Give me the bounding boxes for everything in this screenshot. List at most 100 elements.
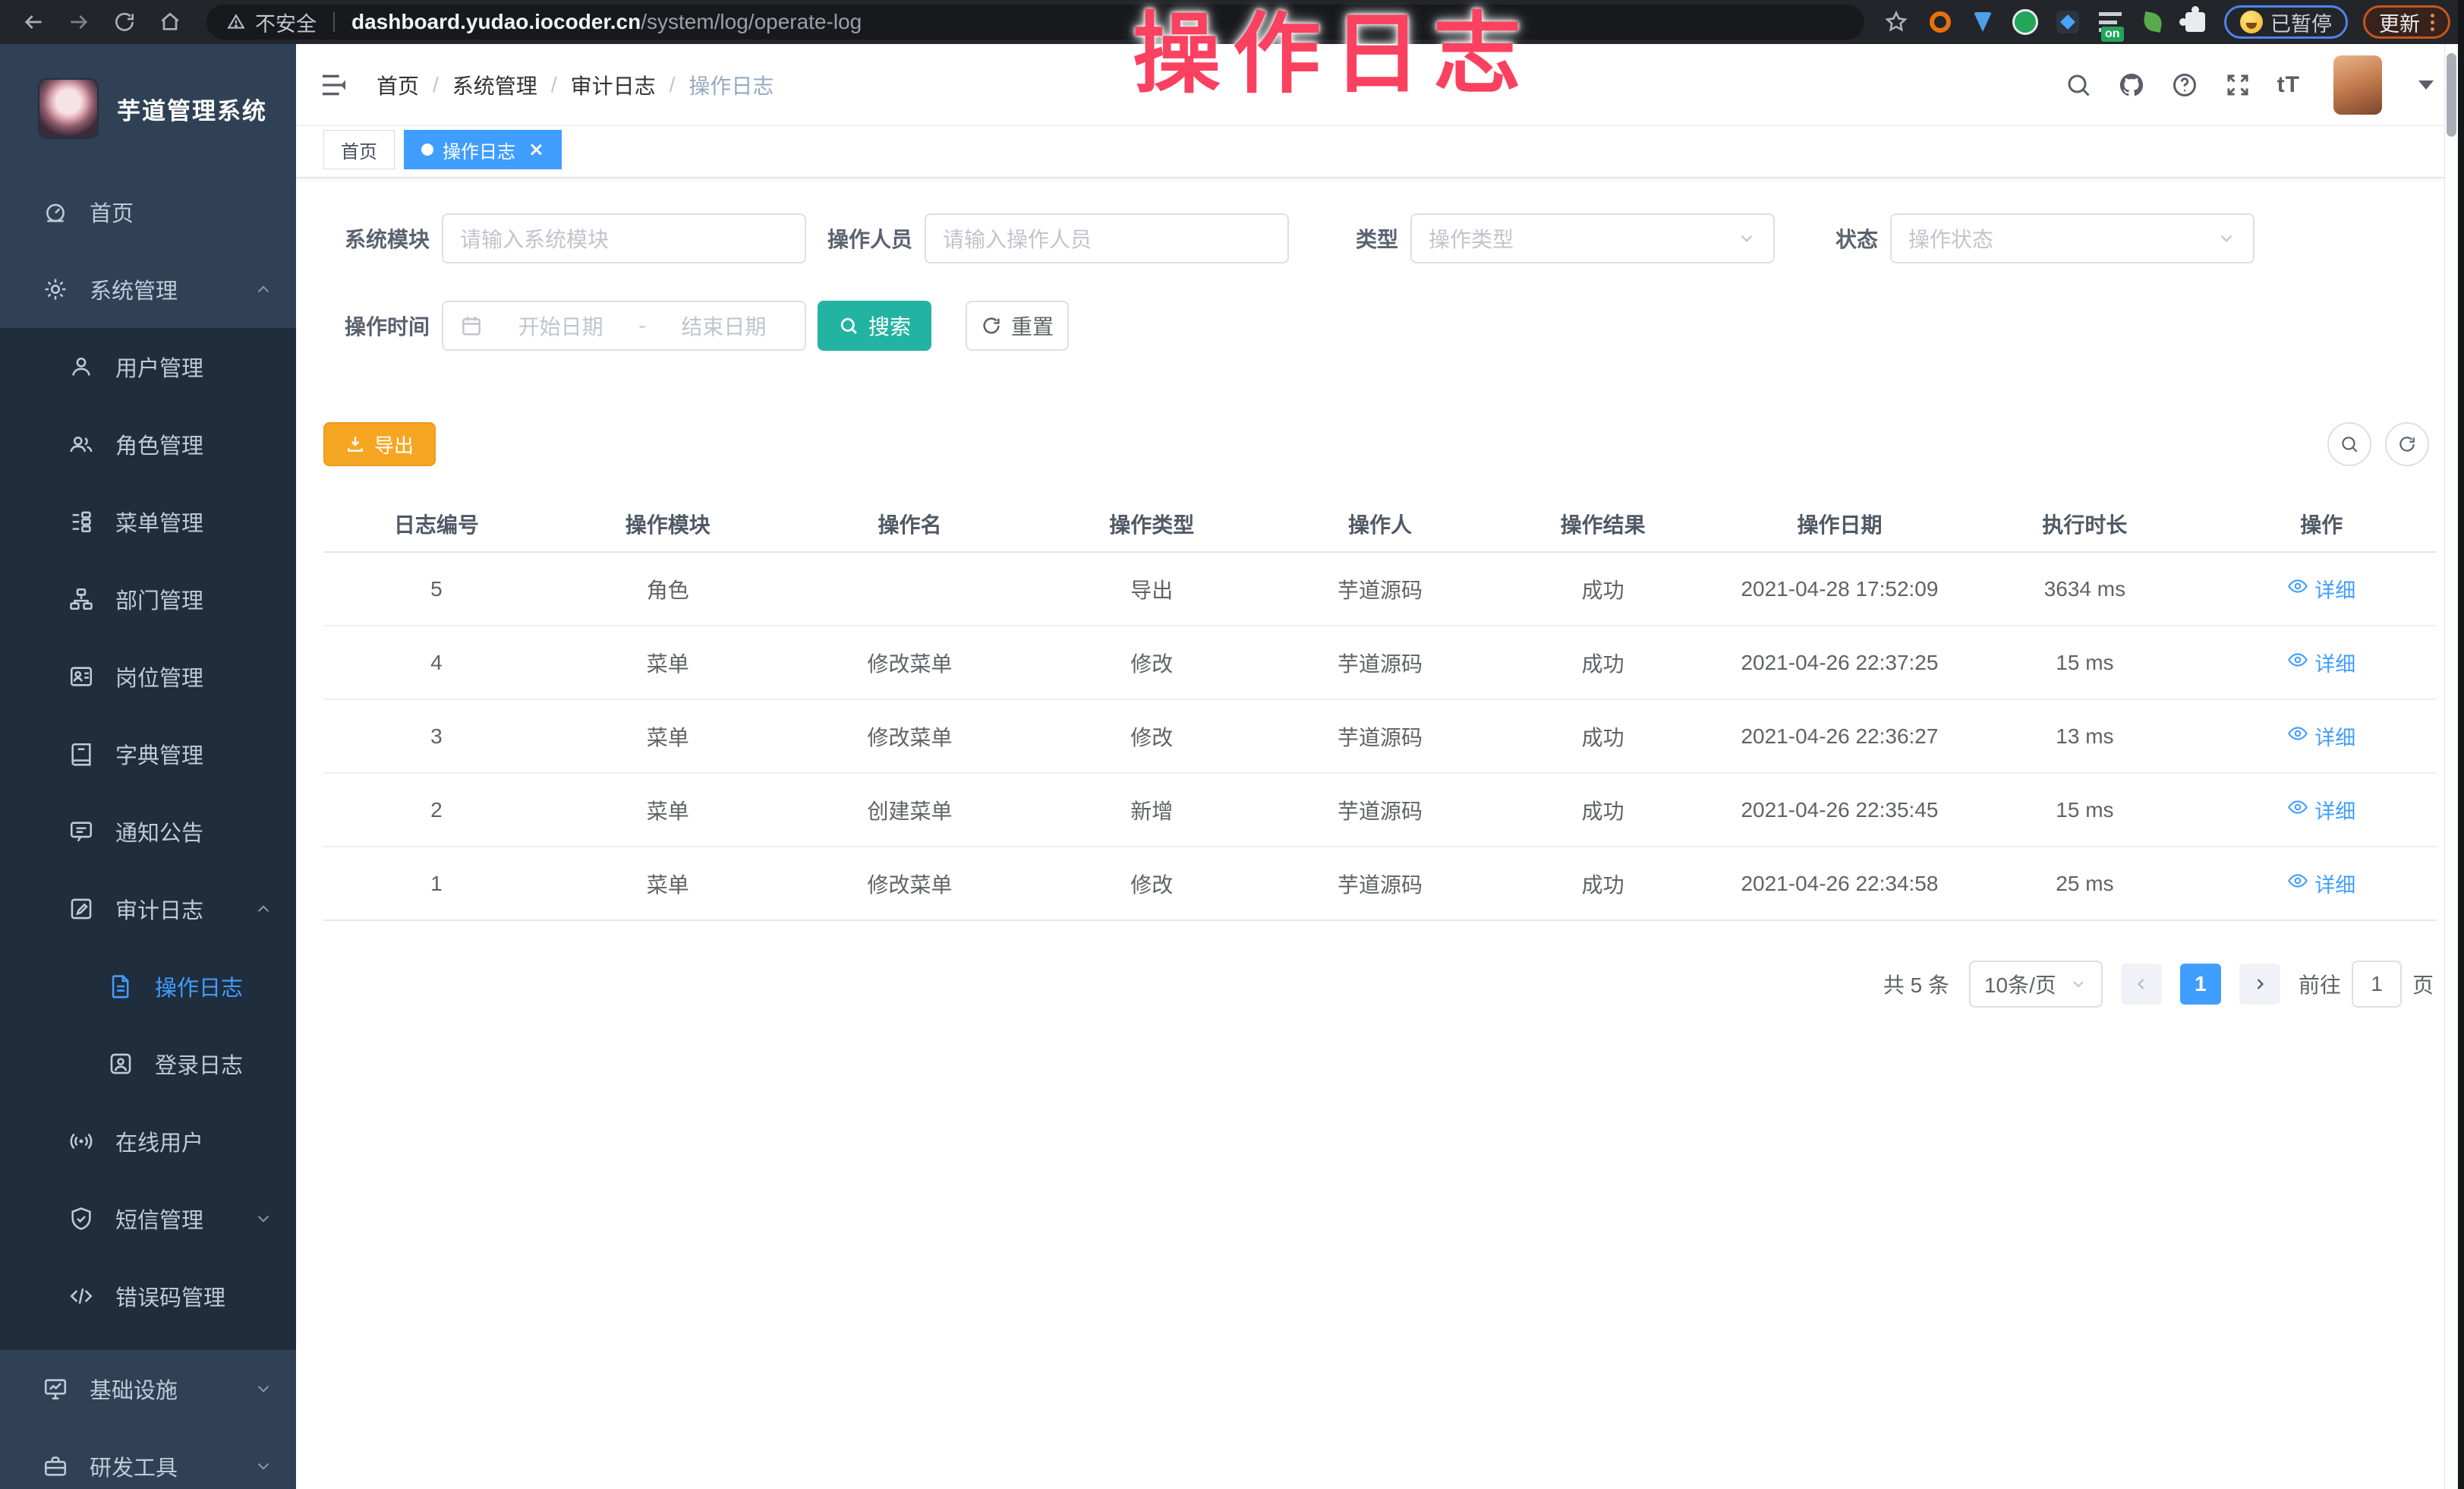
url-path: /system/log/operate-log	[641, 10, 862, 33]
topbar-icons: tT	[2065, 55, 2434, 115]
url-divider	[333, 12, 335, 32]
sidebar-item-label: 系统管理	[90, 273, 178, 305]
avatar-caret-down-icon[interactable]	[2418, 80, 2434, 90]
toggle-search-icon[interactable]	[2327, 422, 2371, 466]
detail-link[interactable]: 详细	[2287, 869, 2355, 898]
sidebar-item-登录日志[interactable]: 登录日志	[0, 1025, 296, 1103]
page-size-select[interactable]: 10条/页	[1969, 961, 2103, 1008]
operator-label: 操作人员	[806, 223, 912, 254]
table-row: 4菜单修改菜单修改芋道源码成功2021-04-26 22:37:2515 ms详…	[323, 626, 2437, 699]
browser-forward-icon[interactable]	[59, 5, 99, 39]
browser-back-icon[interactable]	[14, 5, 53, 39]
sidebar-item-岗位管理[interactable]: 岗位管理	[0, 638, 296, 715]
detail-link[interactable]: 详细	[2287, 795, 2355, 825]
operator-placeholder: 请输入操作人员	[943, 223, 1092, 254]
paused-extension-pill[interactable]: 已暂停	[2224, 5, 2348, 39]
sidebar-menu: 首页系统管理用户管理角色管理菜单管理部门管理岗位管理字典管理通知公告审计日志操作…	[0, 173, 296, 1489]
search-button[interactable]: 搜索	[818, 301, 931, 351]
sidebar-item-字典管理[interactable]: 字典管理	[0, 715, 296, 793]
sidebar-item-基础设施[interactable]: 基础设施	[0, 1350, 296, 1427]
extension-icon[interactable]	[2139, 8, 2166, 36]
app-logo-row[interactable]: 芋道管理系统	[0, 44, 296, 173]
eye-icon	[2287, 723, 2308, 749]
breadcrumb-item[interactable]: 系统管理	[452, 70, 537, 100]
sidebar-item-操作日志[interactable]: 操作日志	[0, 948, 296, 1025]
collapse-sidebar-icon[interactable]	[319, 70, 349, 100]
github-icon[interactable]	[2118, 71, 2145, 99]
sidebar-item-部门管理[interactable]: 部门管理	[0, 560, 296, 638]
type-placeholder: 操作类型	[1429, 223, 1514, 254]
cell-id: 5	[323, 552, 550, 626]
tab-close-icon[interactable]	[528, 141, 544, 158]
doc-icon	[108, 973, 134, 999]
next-page-button[interactable]	[2239, 964, 2280, 1005]
sidebar-item-研发工具[interactable]: 研发工具	[0, 1427, 296, 1489]
sidebar-item-系统管理[interactable]: 系统管理	[0, 251, 296, 328]
page-number-button[interactable]: 1	[2180, 964, 2221, 1005]
detail-link[interactable]: 详细	[2287, 721, 2355, 751]
prev-page-button[interactable]	[2121, 964, 2162, 1005]
search-icon[interactable]	[2065, 71, 2092, 99]
sidebar-item-角色管理[interactable]: 角色管理	[0, 405, 296, 483]
extension-icon[interactable]	[1927, 8, 1954, 36]
cell-duration: 15 ms	[1963, 626, 2206, 699]
chrome-update-button[interactable]: 更新	[2363, 5, 2450, 39]
goto-page-input[interactable]	[2352, 961, 2402, 1008]
help-icon[interactable]	[2171, 71, 2198, 99]
extension-icon[interactable]	[1969, 8, 1996, 36]
pagination-total: 共 5 条	[1883, 969, 1949, 999]
browser-reload-icon[interactable]	[105, 5, 144, 39]
reset-button[interactable]: 重置	[966, 301, 1069, 351]
url-bar[interactable]: 不安全 dashboard.yudao.iocoder.cn/system/lo…	[206, 5, 1864, 39]
extensions-puzzle-icon[interactable]	[2182, 8, 2209, 36]
sidebar-item-通知公告[interactable]: 通知公告	[0, 793, 296, 870]
tab-首页[interactable]: 首页	[323, 130, 395, 169]
status-select[interactable]: 操作状态	[1890, 213, 2254, 263]
shield-icon	[68, 1206, 94, 1232]
cell-result: 成功	[1490, 699, 1716, 773]
sidebar-item-短信管理[interactable]: 短信管理	[0, 1180, 296, 1257]
fullscreen-icon[interactable]	[2224, 71, 2251, 99]
sidebar-item-用户管理[interactable]: 用户管理	[0, 328, 296, 405]
cell-type: 修改	[1033, 699, 1270, 773]
user-avatar[interactable]	[2333, 55, 2382, 115]
operator-input[interactable]: 请输入操作人员	[925, 213, 1289, 263]
browser-window: 不安全 dashboard.yudao.iocoder.cn/system/lo…	[0, 0, 2464, 1489]
type-select[interactable]: 操作类型	[1410, 213, 1775, 263]
breadcrumb-item[interactable]: 审计日志	[571, 70, 656, 100]
date-range-input[interactable]: 开始日期 - 结束日期	[442, 301, 806, 351]
extension-icon[interactable]: on	[2097, 8, 2124, 36]
app-title: 芋道管理系统	[117, 92, 267, 126]
sidebar-item-label: 短信管理	[115, 1203, 203, 1235]
bookmark-star-icon[interactable]	[1881, 5, 1911, 39]
extension-icon[interactable]	[2054, 8, 2081, 36]
url-text[interactable]: dashboard.yudao.iocoder.cn/system/log/op…	[351, 10, 862, 34]
detail-link[interactable]: 详细	[2287, 648, 2355, 677]
online-icon	[68, 1128, 94, 1154]
breadcrumb-item[interactable]: 首页	[377, 70, 419, 100]
sidebar-item-在线用户[interactable]: 在线用户	[0, 1103, 296, 1180]
cell-module: 菜单	[550, 699, 786, 773]
browser-menu-icon[interactable]	[2431, 14, 2434, 31]
scrollbar-thumb[interactable]	[2447, 53, 2456, 137]
export-button[interactable]: 导出	[323, 422, 436, 466]
sidebar-item-菜单管理[interactable]: 菜单管理	[0, 483, 296, 560]
sidebar-item-label: 岗位管理	[115, 661, 203, 692]
detail-link-label: 详细	[2314, 869, 2355, 898]
gear-icon	[43, 276, 68, 302]
page-scrollbar[interactable]	[2444, 44, 2458, 1489]
extension-icon[interactable]	[2012, 8, 2039, 36]
browser-home-icon[interactable]	[150, 5, 190, 39]
font-size-icon[interactable]: tT	[2277, 72, 2300, 98]
sidebar-item-审计日志[interactable]: 审计日志	[0, 870, 296, 948]
module-input[interactable]: 请输入系统模块	[442, 213, 806, 263]
sidebar-item-首页[interactable]: 首页	[0, 173, 296, 251]
sidebar-item-错误码管理[interactable]: 错误码管理	[0, 1257, 296, 1335]
sidebar: 芋道管理系统 首页系统管理用户管理角色管理菜单管理部门管理岗位管理字典管理通知公…	[0, 44, 296, 1489]
security-label[interactable]: 不安全	[255, 8, 317, 37]
page-content: 系统模块 请输入系统模块 操作人员 请输入操作人员 类型 操作类型 状态 操作状…	[296, 178, 2464, 1489]
detail-link[interactable]: 详细	[2287, 574, 2355, 604]
cell-action: 详细	[2206, 773, 2437, 847]
tab-操作日志[interactable]: 操作日志	[404, 130, 562, 169]
refresh-table-icon[interactable]	[2385, 422, 2429, 466]
